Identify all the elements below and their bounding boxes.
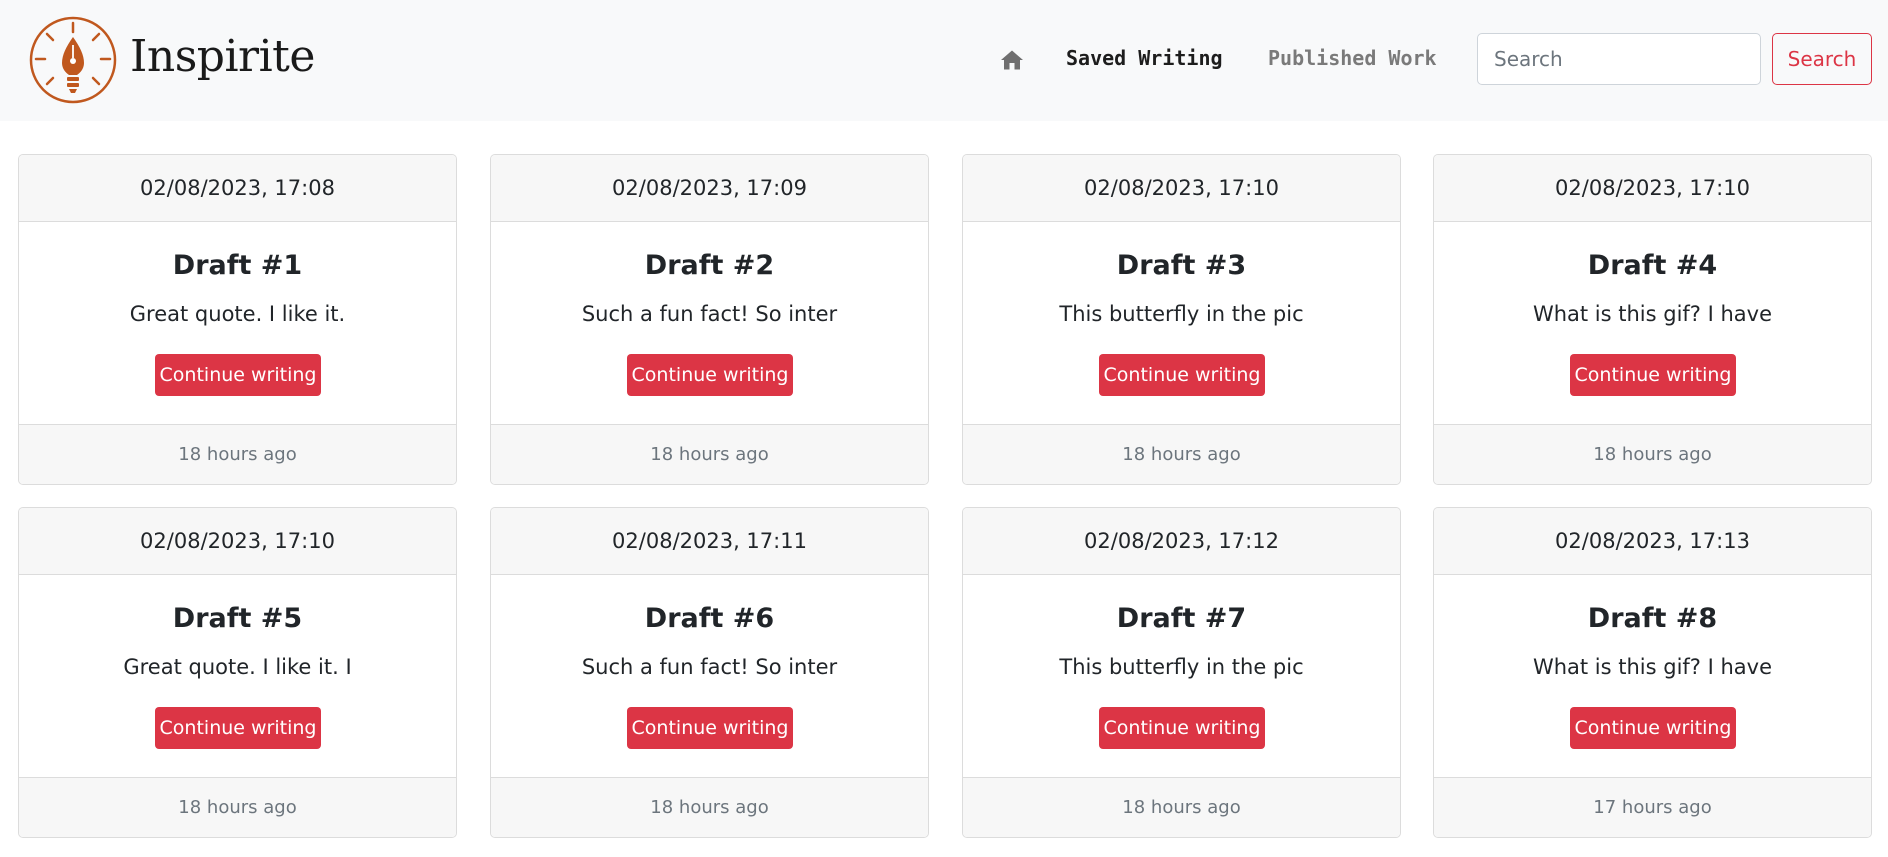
card-time-ago: 18 hours ago	[19, 777, 456, 837]
continue-writing-button[interactable]: Continue writing	[627, 354, 793, 396]
card-time-ago: 17 hours ago	[1434, 777, 1871, 837]
card-date: 02/08/2023, 17:13	[1434, 508, 1871, 575]
continue-writing-button[interactable]: Continue writing	[1570, 354, 1736, 396]
card-excerpt: Great quote. I like it. I	[123, 655, 352, 679]
card-date: 02/08/2023, 17:11	[491, 508, 928, 575]
home-icon[interactable]	[1000, 48, 1024, 72]
card-time-ago: 18 hours ago	[963, 777, 1400, 837]
card-title: Draft #8	[1587, 603, 1718, 634]
card-date: 02/08/2023, 17:09	[491, 155, 928, 222]
lightbulb-pen-icon	[29, 16, 117, 104]
card-excerpt: Great quote. I like it.	[129, 302, 346, 326]
top-navbar: Inspirite Saved Writing Published Work S…	[0, 0, 1888, 121]
card-time-ago: 18 hours ago	[491, 777, 928, 837]
card-title: Draft #7	[1116, 603, 1247, 634]
brand-name: Inspirite	[130, 30, 315, 82]
card-time-ago: 18 hours ago	[963, 424, 1400, 484]
card-excerpt: This butterfly in the pic	[1059, 302, 1304, 326]
card-excerpt: Such a fun fact! So inter	[581, 655, 838, 679]
nav-published-work[interactable]: Published Work	[1268, 46, 1437, 70]
continue-writing-button[interactable]: Continue writing	[1099, 707, 1265, 749]
continue-writing-button[interactable]: Continue writing	[155, 707, 321, 749]
draft-card: 02/08/2023, 17:10 Draft #4 What is this …	[1433, 154, 1872, 485]
card-time-ago: 18 hours ago	[19, 424, 456, 484]
card-date: 02/08/2023, 17:12	[963, 508, 1400, 575]
brand-link[interactable]: Inspirite	[28, 15, 315, 105]
card-excerpt: Such a fun fact! So inter	[581, 302, 838, 326]
draft-card: 02/08/2023, 17:13 Draft #8 What is this …	[1433, 507, 1872, 838]
draft-card: 02/08/2023, 17:10 Draft #5 Great quote. …	[18, 507, 457, 838]
continue-writing-button[interactable]: Continue writing	[155, 354, 321, 396]
draft-card: 02/08/2023, 17:08 Draft #1 Great quote. …	[18, 154, 457, 485]
card-date: 02/08/2023, 17:10	[963, 155, 1400, 222]
card-excerpt: What is this gif? I have	[1532, 655, 1773, 679]
continue-writing-button[interactable]: Continue writing	[1099, 354, 1265, 396]
card-title: Draft #2	[644, 250, 775, 281]
card-title: Draft #4	[1587, 250, 1718, 281]
card-date: 02/08/2023, 17:08	[19, 155, 456, 222]
nav-saved-writing[interactable]: Saved Writing	[1066, 46, 1223, 70]
continue-writing-button[interactable]: Continue writing	[627, 707, 793, 749]
card-date: 02/08/2023, 17:10	[1434, 155, 1871, 222]
card-date: 02/08/2023, 17:10	[19, 508, 456, 575]
card-excerpt: This butterfly in the pic	[1059, 655, 1304, 679]
card-excerpt: What is this gif? I have	[1532, 302, 1773, 326]
search-input[interactable]	[1477, 33, 1761, 85]
draft-card: 02/08/2023, 17:11 Draft #6 Such a fun fa…	[490, 507, 929, 838]
card-time-ago: 18 hours ago	[1434, 424, 1871, 484]
card-time-ago: 18 hours ago	[491, 424, 928, 484]
continue-writing-button[interactable]: Continue writing	[1570, 707, 1736, 749]
search-button[interactable]: Search	[1772, 33, 1872, 85]
card-title: Draft #1	[172, 250, 303, 281]
card-title: Draft #6	[644, 603, 775, 634]
draft-card: 02/08/2023, 17:10 Draft #3 This butterfl…	[962, 154, 1401, 485]
draft-card: 02/08/2023, 17:09 Draft #2 Such a fun fa…	[490, 154, 929, 485]
card-title: Draft #3	[1116, 250, 1247, 281]
draft-card: 02/08/2023, 17:12 Draft #7 This butterfl…	[962, 507, 1401, 838]
card-title: Draft #5	[172, 603, 303, 634]
